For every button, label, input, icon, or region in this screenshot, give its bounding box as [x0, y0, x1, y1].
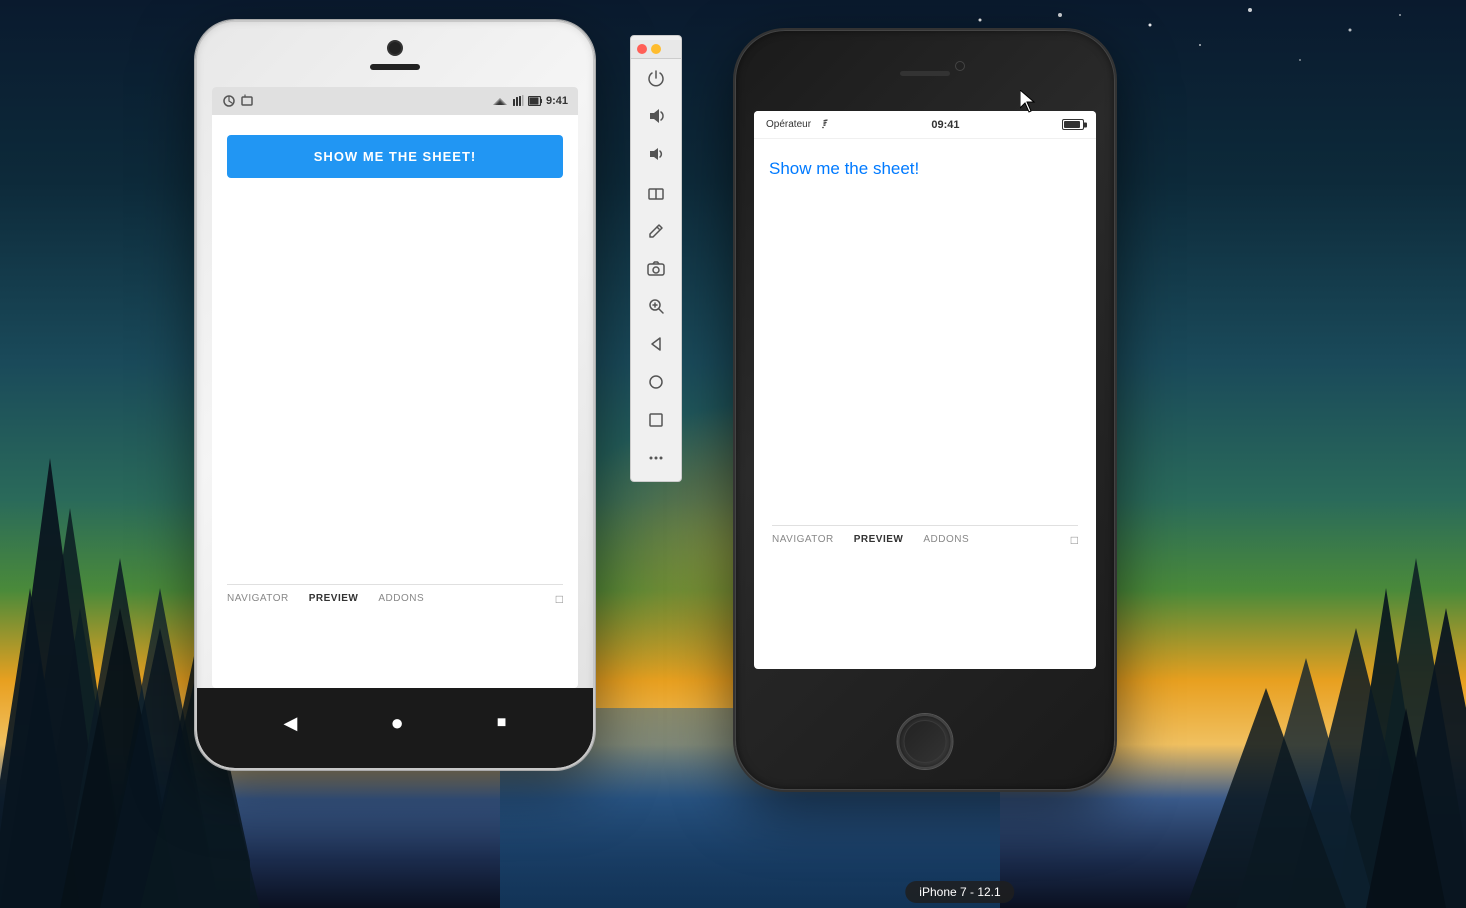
iphone-screen: Opérateur 09:41 — [754, 111, 1096, 669]
iphone-content: Show me the sheet! — [754, 139, 1096, 199]
iphone-time: 09:41 — [931, 119, 959, 131]
android-show-button[interactable]: SHOW ME THE SHEET! — [227, 135, 563, 178]
iphone-home-button[interactable] — [898, 714, 953, 769]
iphone-volume-down-button[interactable] — [735, 231, 736, 281]
iphone-carrier: Opérateur — [766, 119, 829, 130]
android-status-left — [222, 94, 254, 108]
desktop: 9:41 SHOW ME THE SHEET! NAVIGATOR PREVIE… — [0, 0, 1466, 908]
iphone-battery — [1062, 119, 1084, 130]
android-tab-preview[interactable]: PREVIEW — [309, 593, 359, 604]
iphone-camera — [955, 61, 965, 71]
android-back-button[interactable]: ◀ — [284, 713, 298, 734]
android-home-button[interactable]: ● — [390, 710, 403, 736]
android-time: 9:41 — [546, 95, 568, 107]
iphone-speaker — [900, 71, 950, 76]
toolbar — [630, 35, 682, 482]
zoom-icon[interactable] — [638, 288, 674, 324]
more-icon[interactable] — [638, 440, 674, 476]
android-status-right: 9:41 — [492, 95, 568, 107]
iphone-tab-navigator[interactable]: NAVIGATOR — [772, 534, 834, 545]
iphone-tab-preview[interactable]: PREVIEW — [854, 534, 904, 545]
toolbar-close-button[interactable] — [637, 44, 647, 54]
android-tab-navigator[interactable]: NAVIGATOR — [227, 593, 289, 604]
iphone-status-bar: Opérateur 09:41 — [754, 111, 1096, 139]
back-icon[interactable] — [638, 326, 674, 362]
android-nav-bar: ◀ ● ■ — [197, 688, 593, 768]
iphone-tab-addons[interactable]: ADDONS — [923, 534, 969, 545]
android-tab-addons[interactable]: ADDONS — [378, 593, 424, 604]
eraser-icon[interactable] — [638, 174, 674, 210]
device-label: iPhone 7 - 12.1 — [905, 881, 1014, 903]
android-tab-expand[interactable]: □ — [556, 592, 563, 606]
iphone-power-button[interactable] — [1114, 151, 1115, 211]
android-screen: 9:41 SHOW ME THE SHEET! NAVIGATOR PREVIE… — [212, 87, 578, 688]
android-device: 9:41 SHOW ME THE SHEET! NAVIGATOR PREVIE… — [195, 20, 595, 770]
android-content: SHOW ME THE SHEET! — [212, 115, 578, 198]
iphone-body: Opérateur 09:41 — [735, 30, 1115, 790]
android-camera — [387, 40, 403, 56]
iphone-volume-up-button[interactable] — [735, 171, 736, 221]
android-body: 9:41 SHOW ME THE SHEET! NAVIGATOR PREVIE… — [195, 20, 595, 770]
toolbar-titlebar — [631, 40, 681, 59]
pen-icon[interactable] — [638, 212, 674, 248]
iphone-device: Opérateur 09:41 — [735, 30, 1115, 790]
android-bottom-tabs: NAVIGATOR PREVIEW ADDONS □ — [227, 584, 563, 608]
camera-icon[interactable] — [638, 250, 674, 286]
circle-icon[interactable] — [638, 364, 674, 400]
volume-up-icon[interactable] — [638, 98, 674, 134]
power-icon[interactable] — [638, 60, 674, 96]
toolbar-minimize-button[interactable] — [651, 44, 661, 54]
android-speaker — [370, 64, 420, 70]
volume-down-icon[interactable] — [638, 136, 674, 172]
iphone-bottom-tabs: NAVIGATOR PREVIEW ADDONS □ — [772, 525, 1078, 549]
square-icon[interactable] — [638, 402, 674, 438]
iphone-mute-button[interactable] — [735, 131, 736, 161]
android-recents-button[interactable]: ■ — [497, 714, 507, 732]
android-status-bar: 9:41 — [212, 87, 578, 115]
iphone-show-link[interactable]: Show me the sheet! — [769, 159, 919, 178]
iphone-tab-expand[interactable]: □ — [1071, 533, 1078, 547]
